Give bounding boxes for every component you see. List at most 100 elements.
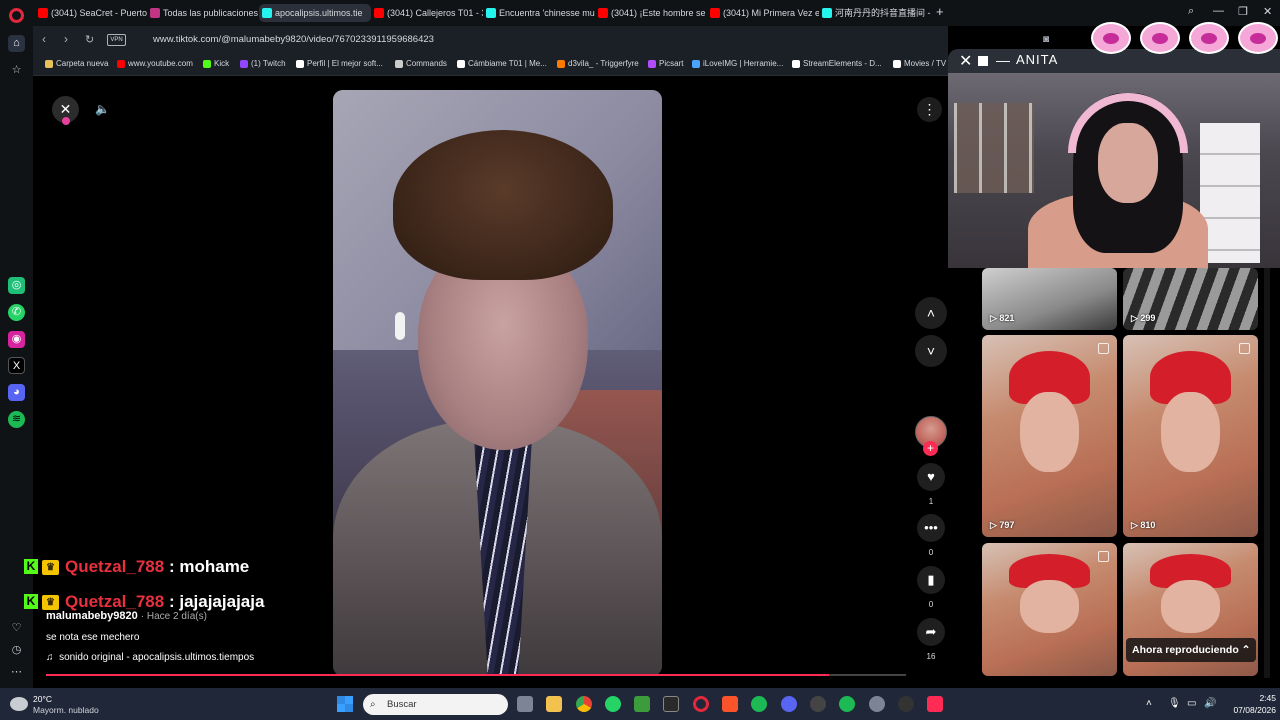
follow-plus-icon[interactable]: + <box>923 441 938 456</box>
tab-6[interactable]: (3041) Mi Primera Vez en <box>707 4 819 22</box>
comment-icon[interactable]: ••• <box>917 514 945 542</box>
share-arrow-icon[interactable]: ➦ <box>917 618 945 646</box>
bookmark-9[interactable]: iLoveIMG | Herramie... <box>692 59 783 68</box>
previous-video-button[interactable]: ˄ <box>915 297 947 329</box>
minimize-icon[interactable]: — <box>1213 5 1224 17</box>
brave-icon[interactable] <box>722 696 738 712</box>
obs-icon[interactable] <box>810 696 826 712</box>
play-favicon-icon <box>893 60 901 68</box>
search-icon: ⌕ <box>370 699 376 710</box>
more-dots-icon[interactable]: ⋯ <box>8 664 25 681</box>
url-input[interactable]: www.tiktok.com/@malumabeby9820/video/767… <box>153 34 434 45</box>
microphone-icon[interactable]: 🎙 <box>1168 698 1181 709</box>
tab-4[interactable]: Encuentra 'chinesse mukb <box>483 4 595 22</box>
reload-icon[interactable]: ↻ <box>85 33 94 46</box>
windows-start-icon[interactable] <box>337 696 353 712</box>
tiktok-icon[interactable] <box>927 696 943 712</box>
spotify-icon[interactable]: ≋ <box>8 411 25 428</box>
video-sound[interactable]: ♫ sonido original - apocalipsis.ultimos.… <box>46 652 254 663</box>
x-twitter-icon[interactable]: X <box>8 357 25 374</box>
bookmark-1[interactable]: www.youtube.com <box>117 59 193 68</box>
whatsapp-icon[interactable] <box>605 696 621 712</box>
taskbar-clock[interactable]: 2:45 07/08/2026 <box>1222 692 1276 716</box>
bookmark-7[interactable]: d3vila_ - Triggerfyre <box>557 59 639 68</box>
taskbar-search-input[interactable]: ⌕ Buscar <box>363 694 508 715</box>
network-icon[interactable]: ▭ <box>1187 698 1196 709</box>
tab-1[interactable]: Todas las publicaciones - <box>147 4 259 22</box>
forward-icon[interactable]: › <box>64 32 68 46</box>
bookmark-5[interactable]: Commands <box>395 59 447 68</box>
tray-chevron-icon[interactable]: ˄ <box>1146 698 1152 709</box>
heart-icon[interactable]: ♡ <box>8 620 25 637</box>
share-action[interactable]: ➦ 16 <box>915 618 947 661</box>
whatsapp-icon[interactable]: ✆ <box>8 304 25 321</box>
bookmark-icon[interactable]: ▮ <box>917 566 945 594</box>
grid-scrollbar[interactable] <box>1264 268 1270 678</box>
camera-icon[interactable]: ◙ <box>1043 34 1049 45</box>
thumbnail-video[interactable] <box>982 543 1117 676</box>
tab-2-active[interactable]: apocalipsis.ultimos.tie <box>259 4 371 22</box>
bookmark-8[interactable]: Picsart <box>648 59 683 68</box>
save-action[interactable]: ▮ 0 <box>915 566 947 609</box>
home-icon[interactable]: ⌂ <box>8 35 25 52</box>
bookmarks-star-icon[interactable]: ☆ <box>8 62 25 79</box>
tab-search-icon[interactable]: ⌕ <box>1188 5 1194 18</box>
chat-message: K ♛ Quetzal_788 : jajajajajaja <box>24 592 264 612</box>
twitch-favicon-icon <box>240 60 248 68</box>
vpn-badge[interactable]: VPN <box>107 34 126 46</box>
bookmark-10[interactable]: StreamElements - D... <box>792 59 882 68</box>
video-player[interactable] <box>333 90 662 676</box>
sound-name[interactable]: sonido original - apocalipsis.ultimos.ti… <box>59 652 254 663</box>
settings-gear-icon[interactable] <box>869 696 885 712</box>
back-icon[interactable]: ‹ <box>42 32 46 46</box>
tab-3[interactable]: (3041) Callejeros T01 - 35 <box>371 4 483 22</box>
weather-temp: 20°C <box>33 694 52 704</box>
tiktok-favicon-icon <box>486 8 496 18</box>
thumbnail-face <box>1019 391 1080 473</box>
new-tab-plus-icon[interactable]: + <box>936 4 944 19</box>
discord-icon[interactable]: ◕ <box>8 384 25 401</box>
app-dark-icon[interactable] <box>898 696 914 712</box>
task-view-icon[interactable] <box>517 696 533 712</box>
bookmark-6[interactable]: Cámbiame T01 | Me... <box>457 59 547 68</box>
heart-icon[interactable]: ♥ <box>917 463 945 491</box>
thumbnail-video[interactable]: ▷ 299 <box>1123 268 1258 330</box>
speaker-icon[interactable]: 🔊 <box>1204 698 1216 709</box>
thumbnail-video[interactable]: ▷ 810 <box>1123 335 1258 537</box>
youtube-favicon-icon <box>374 8 384 18</box>
file-explorer-icon[interactable] <box>546 696 562 712</box>
volume-icon[interactable]: 🔈 <box>90 97 115 122</box>
bookmark-4[interactable]: Perfil | El mejor soft... <box>296 59 383 68</box>
discord-icon[interactable] <box>781 696 797 712</box>
multi-image-icon <box>1098 343 1109 354</box>
more-options-icon[interactable]: ⋮ <box>917 97 942 122</box>
opera-logo-icon[interactable] <box>9 8 24 23</box>
minecraft-icon[interactable] <box>634 696 650 712</box>
thumbnail-video[interactable]: ▷ 821 <box>982 268 1117 330</box>
spotify-icon[interactable] <box>751 696 767 712</box>
maximize-icon[interactable]: ❐ <box>1238 5 1248 18</box>
window-close-icon[interactable]: ✕ <box>1263 5 1272 18</box>
chatgpt-icon[interactable]: ◎ <box>8 277 25 294</box>
bookmark-2[interactable]: Kick <box>203 59 229 68</box>
bookmark-0[interactable]: Carpeta nueva <box>45 59 108 68</box>
tab-7[interactable]: 河南丹丹的抖音直播间 - 抖 <box>819 4 931 22</box>
instagram-icon[interactable]: ◉ <box>8 331 25 348</box>
bookmark-11[interactable]: Movies / TV <box>893 59 946 68</box>
thumbnail-video[interactable]: ▷ 797 <box>982 335 1117 537</box>
crown-badge-icon: ♛ <box>42 560 59 575</box>
comment-action[interactable]: ••• 0 <box>915 514 947 557</box>
opera-icon[interactable] <box>693 696 709 712</box>
bookmark-3[interactable]: (1) Twitch <box>240 59 286 68</box>
author-name[interactable]: malumabeby9820 <box>46 610 138 622</box>
video-progress-bar[interactable] <box>46 674 906 676</box>
app-green-icon[interactable] <box>839 696 855 712</box>
tab-0[interactable]: (3041) SeaCret - Puerto E <box>35 4 147 22</box>
history-clock-icon[interactable]: ◷ <box>8 642 25 659</box>
video-author[interactable]: malumabeby9820 · Hace 2 día(s) <box>46 610 207 622</box>
next-video-button[interactable]: ˅ <box>915 335 947 367</box>
chrome-icon[interactable] <box>576 696 592 712</box>
like-action[interactable]: ♥ 1 <box>915 463 947 506</box>
epic-games-icon[interactable] <box>663 696 679 712</box>
tab-5[interactable]: (3041) ¡Este hombre se co <box>595 4 707 22</box>
